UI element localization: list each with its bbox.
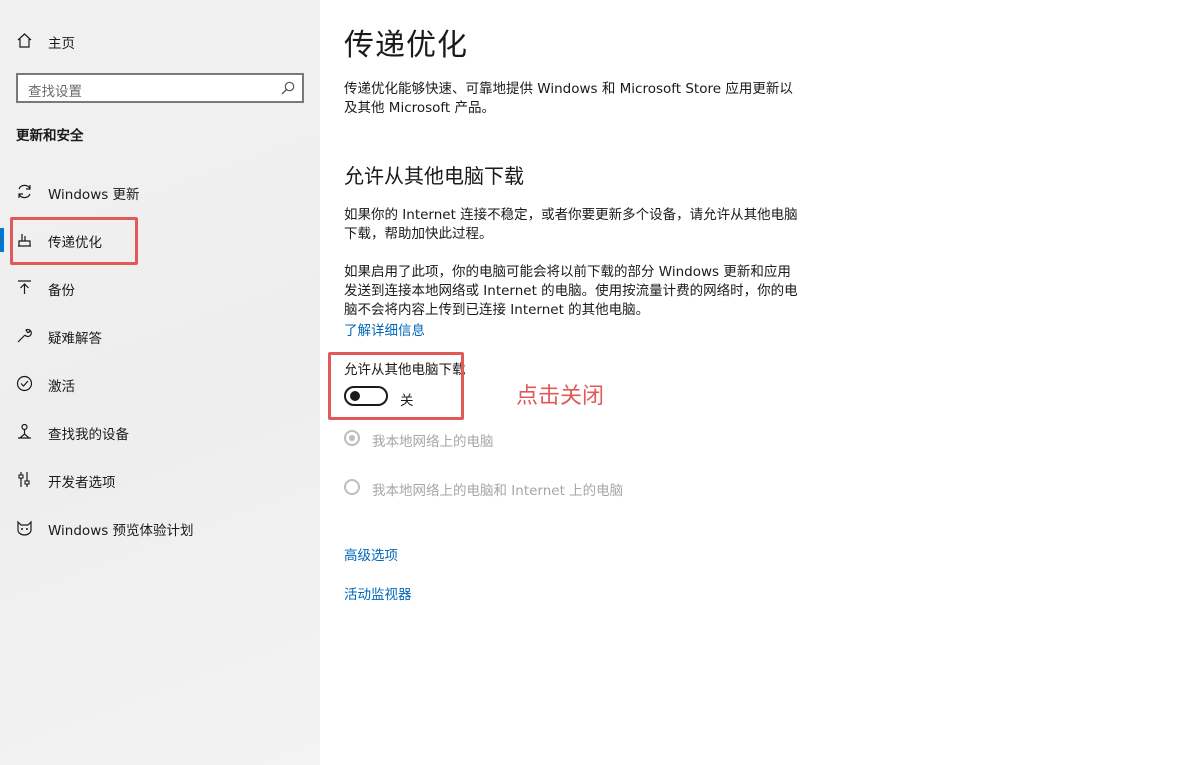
sidebar-item-label: 激活	[48, 379, 75, 395]
main-content: 传递优化 传递优化能够快速、可靠地提供 Windows 和 Microsoft …	[320, 0, 1200, 765]
section-title: 更新和安全	[16, 128, 84, 144]
sidebar-item-insider[interactable]: Windows 预览体验计划	[0, 508, 320, 548]
section-subtitle: 允许从其他电脑下载	[344, 164, 524, 188]
radio-selected-dot	[349, 435, 355, 441]
sidebar-item-label: 疑难解答	[48, 331, 102, 347]
radio-label-local-network: 我本地网络上的电脑	[372, 434, 494, 450]
sidebar-item-activation[interactable]: 激活	[0, 364, 320, 404]
intro-text: 传递优化能够快速、可靠地提供 Windows 和 Microsoft Store…	[344, 81, 793, 116]
radio-local-network[interactable]	[344, 430, 360, 446]
sidebar-item-find-device[interactable]: 查找我的设备	[0, 412, 320, 452]
activity-monitor-link[interactable]: 活动监视器	[344, 583, 412, 603]
sidebar-item-developer[interactable]: 开发者选项	[0, 460, 320, 500]
search-icon[interactable]	[280, 80, 296, 96]
sidebar: 主页 查找设置 更新和安全 Windows 更新 传递优化 备份 疑难解答 激活…	[0, 0, 320, 765]
annotation-highlight-sidebar	[10, 217, 138, 265]
sidebar-home[interactable]: 主页	[0, 26, 320, 56]
developer-sliders-icon	[16, 471, 33, 488]
sidebar-item-label: 开发者选项	[48, 475, 116, 491]
sidebar-item-backup[interactable]: 备份	[0, 268, 320, 308]
wrench-icon	[16, 327, 33, 344]
find-device-icon	[16, 423, 33, 440]
activation-check-icon	[16, 375, 33, 392]
sync-icon	[16, 183, 33, 200]
description-text-1: 如果你的 Internet 连接不稳定，或者你要更新多个设备，请允许从其他电脑下…	[344, 207, 798, 242]
sidebar-item-windows-update[interactable]: Windows 更新	[0, 172, 320, 212]
advanced-options-link[interactable]: 高级选项	[344, 544, 398, 564]
search-input[interactable]: 查找设置	[16, 73, 304, 103]
home-label: 主页	[48, 36, 75, 52]
backup-icon	[16, 279, 33, 296]
sidebar-item-label: 备份	[48, 283, 75, 299]
search-placeholder: 查找设置	[28, 84, 82, 100]
sidebar-item-troubleshoot[interactable]: 疑难解答	[0, 316, 320, 356]
radio-label-local-and-internet: 我本地网络上的电脑和 Internet 上的电脑	[372, 483, 624, 499]
learn-more-link[interactable]: 了解详细信息	[344, 319, 425, 339]
annotation-highlight-toggle	[328, 352, 464, 420]
radio-local-and-internet[interactable]	[344, 479, 360, 495]
sidebar-item-label: 查找我的设备	[48, 427, 129, 443]
active-indicator	[0, 228, 4, 252]
sidebar-item-label: Windows 更新	[48, 187, 140, 203]
sidebar-item-label: Windows 预览体验计划	[48, 523, 194, 539]
annotation-click-text: 点击关闭	[516, 384, 605, 409]
description-text-2: 如果启用了此项，你的电脑可能会将以前下载的部分 Windows 更新和应用发送到…	[344, 264, 798, 318]
home-icon	[16, 32, 33, 49]
insider-cat-icon	[16, 519, 33, 536]
page-title: 传递优化	[344, 28, 468, 63]
settings-window: 主页 查找设置 更新和安全 Windows 更新 传递优化 备份 疑难解答 激活…	[0, 0, 1200, 765]
